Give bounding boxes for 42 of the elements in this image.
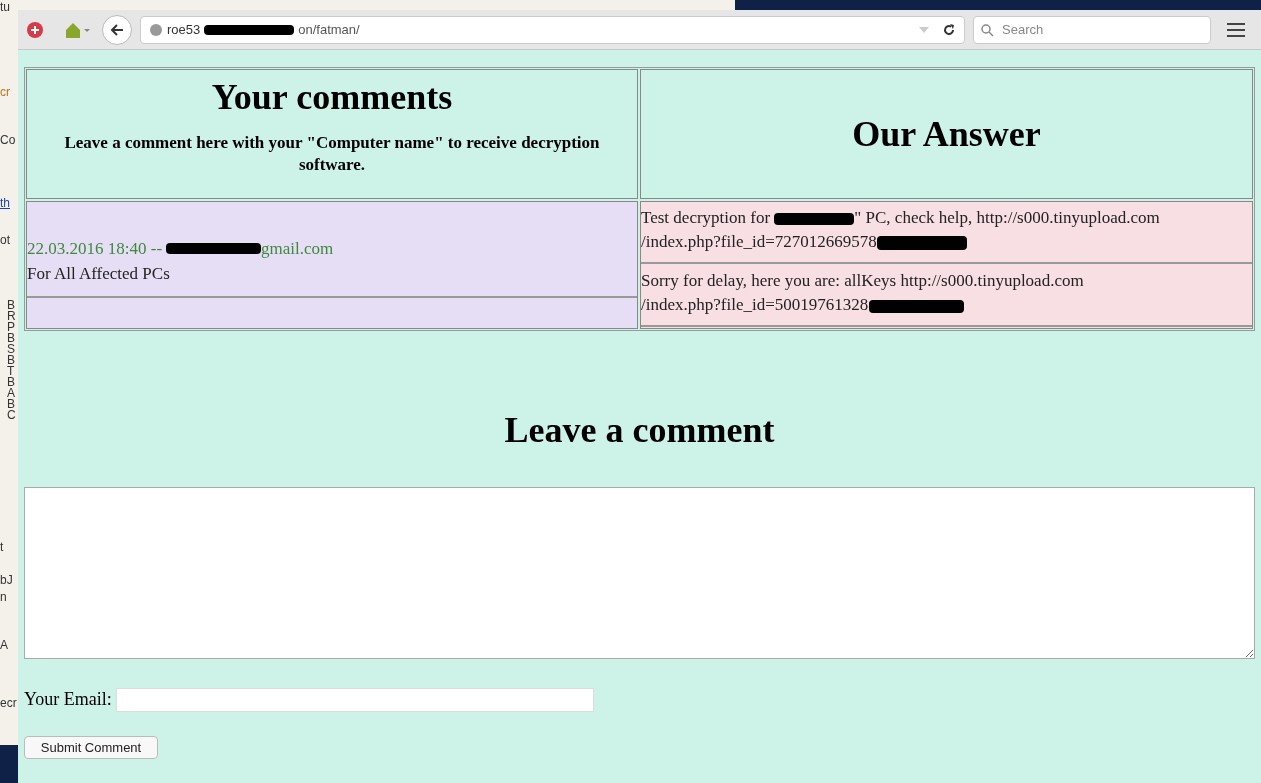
text-fragment: t: [0, 540, 4, 554]
back-arrow-icon: [110, 22, 124, 37]
text-fragment: ecr: [0, 696, 17, 710]
text-fragment: B: [7, 331, 15, 345]
comment-meta: 22.03.2016 18:40 --: [27, 237, 163, 260]
email-field[interactable]: [115, 687, 594, 712]
url-text: on/fatman/: [298, 20, 360, 39]
text-fragment: B: [7, 353, 15, 367]
text-fragment: R: [7, 309, 16, 323]
text-fragment: C: [7, 408, 16, 422]
text-fragment: P: [7, 320, 15, 334]
text-fragment: cr: [0, 85, 10, 99]
text-fragment: Co: [0, 133, 16, 147]
text-fragment: S: [7, 342, 15, 356]
column-title: Our Answer: [852, 113, 1041, 156]
address-bar[interactable]: roe53 on/fatman/: [140, 15, 965, 44]
reload-icon[interactable]: [942, 22, 956, 37]
back-button[interactable]: [102, 14, 132, 45]
comment-meta: gmail.com: [261, 237, 334, 260]
text-fragment: th: [0, 196, 10, 210]
email-label: Your Email:: [24, 688, 112, 711]
section-heading: Leave a comment: [503, 409, 776, 452]
answer-text: Test decryption for " PC, check help, http://s000.tinyupload.com /index.php?file_id=727012669578: [641, 207, 1161, 253]
url-text: roe53: [167, 20, 201, 39]
submit-button[interactable]: Submit Comment: [24, 736, 158, 759]
search-icon: [981, 23, 994, 37]
answer-text: Sorry for delay, here you are: allKeys http://s000.tinyupload.com /index.php?file_id=50019761328: [641, 270, 1085, 316]
text-fragment: B: [7, 397, 15, 411]
text-fragment: A: [7, 386, 15, 400]
text-fragment: B: [7, 375, 15, 389]
comment-text: For All Affected PCs: [27, 263, 171, 285]
menu-icon[interactable]: [1227, 22, 1245, 37]
search-field[interactable]: Search: [973, 15, 1211, 44]
text-fragment: B: [7, 298, 15, 312]
column-title: Your comments: [211, 76, 453, 119]
text-fragment: tu: [0, 0, 10, 14]
text-fragment: n: [0, 590, 7, 604]
text-fragment: ot: [0, 233, 10, 247]
text-fragment: bJ: [0, 573, 13, 587]
text-fragment: T: [7, 364, 15, 378]
text-fragment: A: [0, 638, 8, 652]
instruction-text: Leave a comment here with your "Computer name" to receive decryption software.: [63, 132, 601, 176]
